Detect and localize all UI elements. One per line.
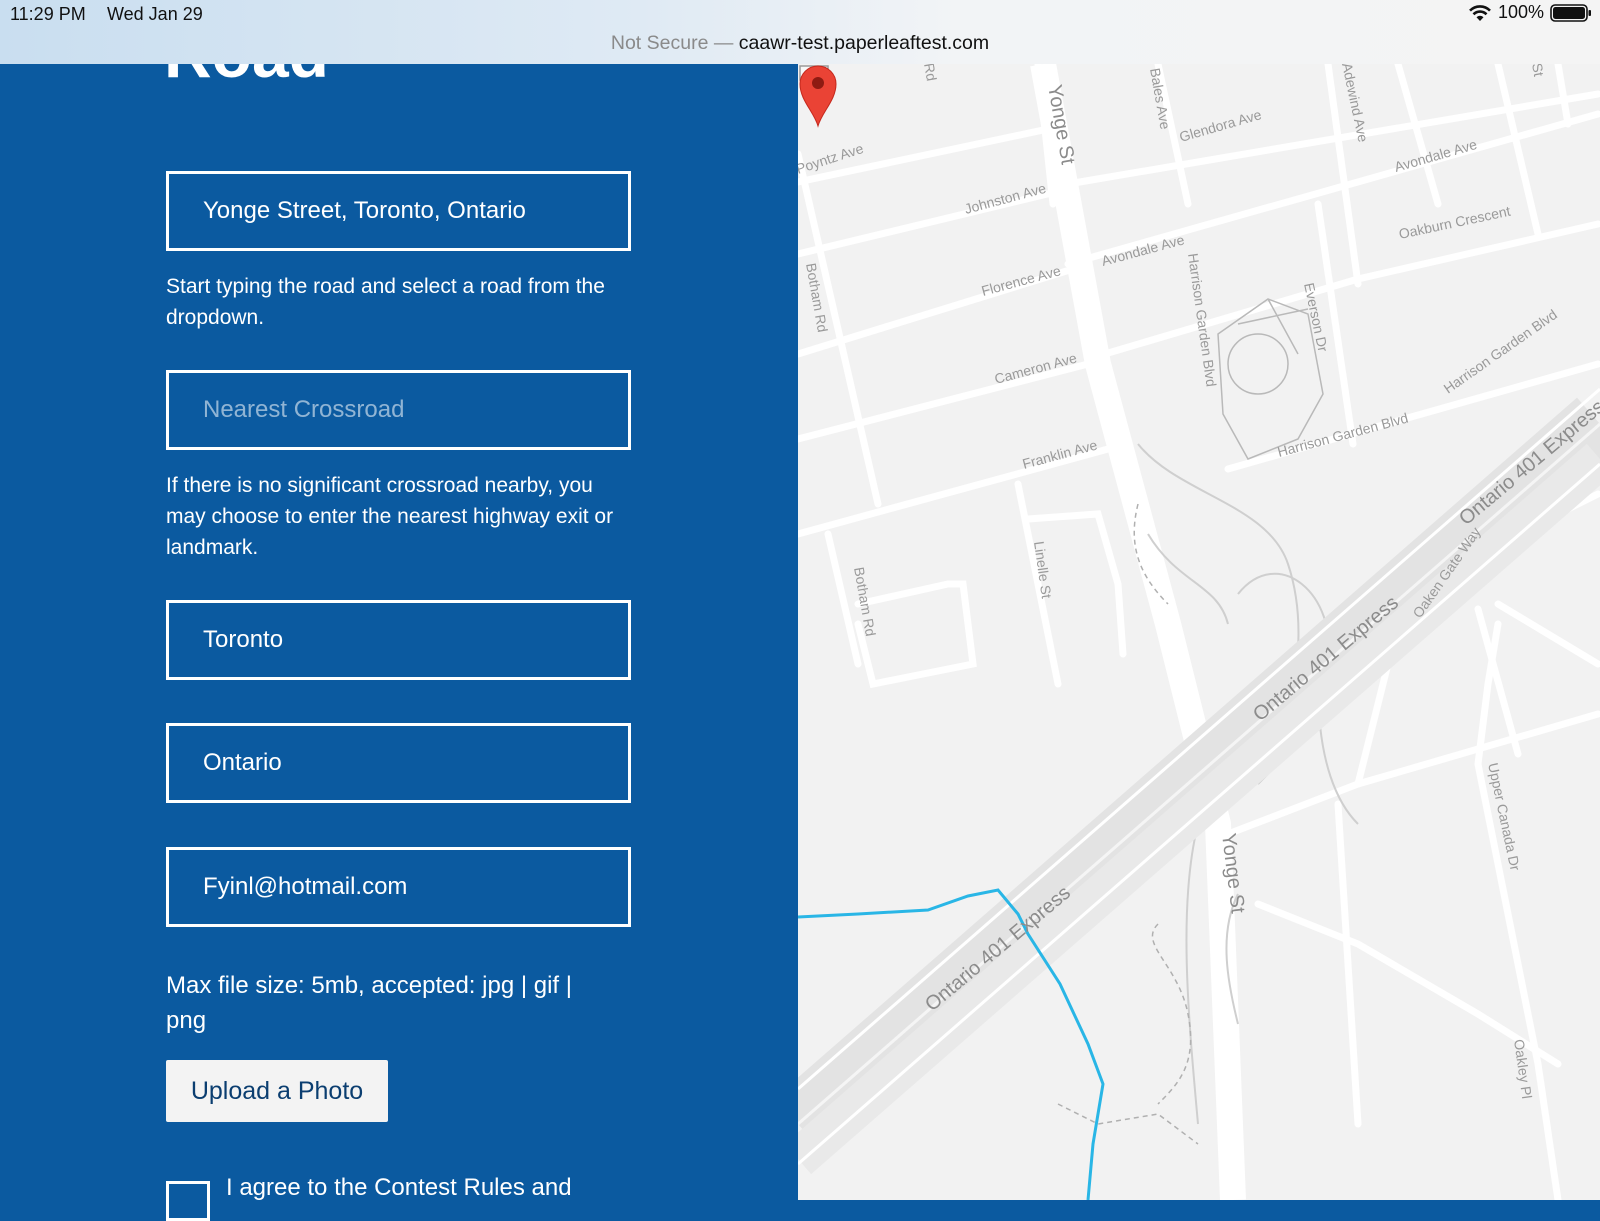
url-host: caawr-test.paperleaftest.com <box>738 32 990 54</box>
map-label-everson: Everson Dr <box>1301 281 1331 353</box>
map-label-florence: Florence Ave <box>980 262 1063 299</box>
status-date: Wed Jan 29 <box>107 4 203 24</box>
map-label-oakburn: Oakburn Crescent <box>1397 203 1512 242</box>
file-size-note: Max file size: 5mb, accepted: jpg | gif … <box>166 972 572 1034</box>
agree-label: I agree to the Contest Rules and <box>226 1174 572 1201</box>
city-input[interactable]: Toronto <box>166 600 631 680</box>
map-label-johnston: Johnston Ave <box>963 180 1048 217</box>
map-view[interactable]: Poyntz Ave Johnston Ave Florence Ave Cam… <box>798 64 1600 1200</box>
upload-photo-button[interactable]: Upload a Photo <box>166 1060 388 1122</box>
province-input[interactable]: Ontario <box>166 723 631 803</box>
map-label-bales: Bales Ave <box>1147 67 1174 131</box>
map-label-st: St <box>1529 64 1547 78</box>
crossroad-help-text: If there is no significant crossroad nea… <box>166 474 614 559</box>
security-label: Not Secure — <box>610 32 734 54</box>
email-input[interactable]: Fyinl@hotmail.com <box>166 847 631 927</box>
address-bar[interactable]: Not Secure — caawr-test.paperleaftest.co… <box>0 30 1600 56</box>
map-label-franklin: Franklin Ave <box>1021 437 1100 472</box>
location-pin-icon[interactable] <box>798 64 838 128</box>
map-label-avondale-right: Avondale Ave <box>1392 136 1478 175</box>
yonge-street <box>1030 64 1246 1200</box>
map-label-cameron: Cameron Ave <box>993 349 1079 386</box>
browser-top-bar: 11:29 PM Wed Jan 29 100% Not Secure — ca… <box>0 0 1600 64</box>
map-label-adewind: Adewind Ave <box>1339 64 1371 144</box>
map-label-glendora: Glendora Ave <box>1177 106 1263 145</box>
map-label-rd: Rd <box>921 64 940 82</box>
road-help-text: Start typing the road and select a road … <box>166 275 605 329</box>
status-indicators: 100% <box>1468 2 1592 23</box>
form-panel: Road Yonge Street, Toronto, Ontario Star… <box>0 0 798 1221</box>
map-canvas: Poyntz Ave Johnston Ave Florence Ave Cam… <box>798 64 1600 1200</box>
battery-percent: 100% <box>1497 2 1544 22</box>
status-time: 11:29 PM <box>10 4 86 24</box>
map-label-avondale-mid: Avondale Ave <box>1100 231 1187 269</box>
wifi-icon <box>1469 4 1491 21</box>
agree-checkbox[interactable] <box>166 1181 210 1221</box>
crossroad-input[interactable]: Nearest Crossroad <box>166 370 631 450</box>
road-input[interactable]: Yonge Street, Toronto, Ontario <box>166 171 631 251</box>
battery-icon <box>1550 3 1591 22</box>
map-label-harrison-garden-lower: Harrison Garden Blvd <box>1276 410 1410 460</box>
